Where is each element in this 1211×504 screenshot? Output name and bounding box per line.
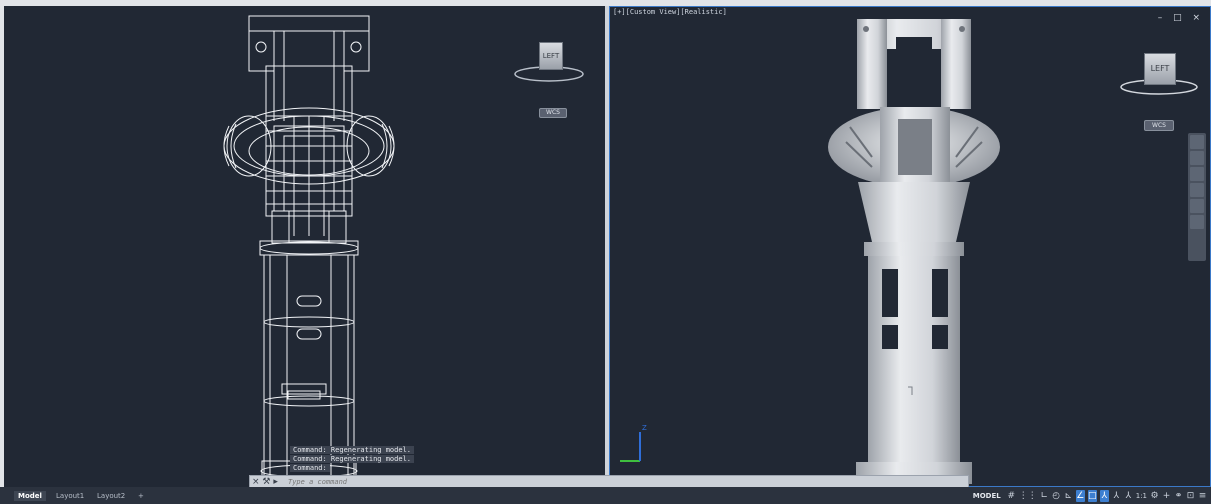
tab-model[interactable]: Model: [14, 491, 46, 501]
gear-icon[interactable]: ⚙: [1150, 490, 1159, 502]
svg-text:Z: Z: [642, 424, 647, 432]
autocad-window: LEFT WCS Command: Regenerating model. Co…: [0, 0, 1211, 504]
ortho-icon[interactable]: ∟: [1040, 490, 1049, 502]
command-history-line: Command:: [290, 464, 330, 472]
add-layout-button[interactable]: +: [134, 491, 148, 501]
otrack-icon[interactable]: □: [1087, 490, 1097, 502]
isodraft-icon[interactable]: ⊾: [1064, 490, 1073, 502]
command-history-line: Command: Regenerating model.: [290, 455, 415, 463]
tab-layout2[interactable]: Layout2: [93, 491, 129, 501]
autoscale-icon[interactable]: ⅄: [1124, 490, 1133, 502]
viewport-right-realistic[interactable]: [+][Custom View][Realistic] – □ × Z LEFT…: [609, 6, 1211, 487]
wrench-icon[interactable]: ⚒: [262, 477, 270, 487]
command-input[interactable]: [288, 477, 948, 486]
plus-icon[interactable]: +: [1162, 490, 1171, 502]
viewcube[interactable]: LEFT: [1116, 51, 1202, 111]
viewcube[interactable]: LEFT: [509, 40, 589, 100]
viewcube-face[interactable]: LEFT: [539, 42, 563, 70]
polar-icon[interactable]: ◴: [1052, 490, 1061, 502]
status-bar: Model Layout1 Layout2 + MODEL # ⋮⋮ ∟ ◴ ⊾…: [0, 487, 1211, 504]
wcs-menu[interactable]: WCS: [539, 108, 567, 118]
osnap-icon[interactable]: ∠: [1075, 490, 1085, 502]
orbit-icon[interactable]: [1190, 183, 1204, 197]
snap-icon[interactable]: ⋮⋮: [1019, 490, 1037, 502]
status-toggles: MODEL # ⋮⋮ ∟ ◴ ⊾ ∠ □ ⅄ ⅄ ⅄ 1:1 ⚙ + ⚭ ⊡ ≡: [973, 489, 1207, 503]
steering-wheel-icon[interactable]: [1190, 135, 1204, 149]
annotation-icon[interactable]: ⅄: [1099, 490, 1109, 502]
close-icon[interactable]: ×: [252, 477, 260, 487]
tab-layout1[interactable]: Layout1: [52, 491, 88, 501]
showmotion-icon[interactable]: [1190, 199, 1204, 213]
navigation-bar[interactable]: [1188, 133, 1206, 261]
viewcube-face[interactable]: LEFT: [1144, 53, 1176, 85]
viewport-left-wireframe[interactable]: LEFT WCS Command: Regenerating model. Co…: [4, 6, 605, 487]
fullscreen-icon[interactable]: ⊡: [1186, 490, 1195, 502]
wcs-menu[interactable]: WCS: [1144, 120, 1174, 131]
pan-icon[interactable]: [1190, 151, 1204, 165]
scale-selector[interactable]: 1:1: [1136, 490, 1147, 502]
prompt-icon[interactable]: ▸: [273, 477, 278, 487]
grid-icon[interactable]: #: [1007, 490, 1016, 502]
annovisibility-icon[interactable]: ⅄: [1112, 490, 1121, 502]
command-history-line: Command: Regenerating model.: [290, 446, 415, 454]
nav-options-icon[interactable]: [1190, 215, 1204, 229]
menu-icon[interactable]: ≡: [1198, 490, 1207, 502]
zoom-icon[interactable]: [1190, 167, 1204, 181]
model-space-toggle[interactable]: MODEL: [973, 492, 1001, 500]
command-history: Command: Regenerating model. Command: Re…: [290, 446, 415, 473]
workspace-icon[interactable]: ⚭: [1174, 490, 1183, 502]
